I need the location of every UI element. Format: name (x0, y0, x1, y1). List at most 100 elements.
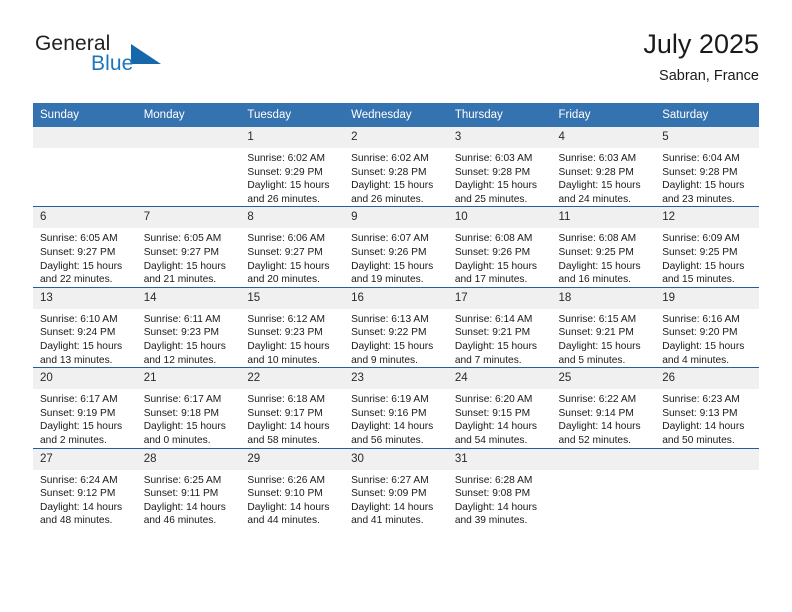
calendar-day-cell[interactable]: 1 Sunrise: 6:02 AM Sunset: 9:29 PM Daylight… (240, 127, 345, 207)
calendar-week-row: 27 Sunrise: 6:24 AM Sunset: 9:12 PM Dayligh… (33, 447, 759, 528)
sunset-time: Sunset: 9:08 PM (454, 488, 531, 500)
daylight-duration-line1: Daylight: 14 hours (40, 501, 123, 513)
calendar-day-cell[interactable]: 20 Sunrise: 6:17 AM Sunset: 9:19 PM Dayligh… (33, 367, 137, 448)
calendar-day-cell[interactable]: 14 Sunrise: 6:11 AM Sunset: 9:23 PM Dayligh… (136, 286, 241, 368)
calendar-day-cell[interactable]: 19 Sunrise: 6:16 AM Sunset: 9:20 PM Dayligh… (655, 286, 759, 368)
sunset-time: Sunset: 9:09 PM (351, 488, 427, 500)
calendar-day-cell-empty (655, 447, 759, 528)
calendar-day-cell[interactable]: 21 Sunrise: 6:17 AM Sunset: 9:18 PM Dayligh… (136, 367, 241, 448)
calendar-day-cell[interactable]: 24 Sunrise: 6:20 AM Sunset: 9:15 PM Dayligh… (447, 367, 552, 448)
calendar-day-cell[interactable]: 18 Sunrise: 6:15 AM Sunset: 9:21 PM Dayligh… (551, 286, 656, 368)
sunrise-time: Sunrise: 6:15 AM (558, 313, 637, 325)
sunrise-time: Sunrise: 6:05 AM (143, 233, 222, 245)
sunset-time: Sunset: 9:26 PM (454, 246, 531, 258)
calendar-day-cell-empty (33, 127, 137, 207)
sunset-time: Sunset: 9:21 PM (558, 327, 634, 339)
calendar-day-cell[interactable]: 7 Sunrise: 6:05 AM Sunset: 9:27 PM Daylight… (136, 206, 241, 288)
calendar-day-cell[interactable]: 6 Sunrise: 6:05 AM Sunset: 9:27 PM Daylight… (33, 206, 137, 288)
sunrise-time: Sunrise: 6:12 AM (247, 313, 325, 325)
sunrise-time: Sunrise: 6:09 AM (662, 233, 740, 245)
sunset-time: Sunset: 9:13 PM (662, 407, 738, 419)
day-number (655, 448, 759, 470)
day-number: 11 (551, 207, 656, 229)
page-header: General Blue July 2025 Sabran, France (33, 28, 759, 98)
brand-logo[interactable]: General Blue (33, 32, 233, 88)
daylight-duration-line1: Daylight: 14 hours (454, 501, 537, 513)
daylight-duration-line2: and 9 minutes. (351, 354, 418, 366)
day-number: 19 (655, 287, 759, 309)
calendar-day-cell[interactable]: 3 Sunrise: 6:03 AM Sunset: 9:28 PM Daylight… (447, 127, 552, 207)
daylight-duration-line1: Daylight: 14 hours (247, 501, 330, 513)
sunrise-time: Sunrise: 6:17 AM (40, 394, 118, 406)
day-details: Sunrise: 6:05 AM Sunset: 9:27 PM Daylight:… (33, 228, 137, 286)
calendar-day-cell[interactable]: 9 Sunrise: 6:07 AM Sunset: 9:26 PM Daylight… (344, 206, 448, 288)
day-number: 3 (447, 127, 552, 148)
day-number: 6 (33, 207, 137, 229)
daylight-duration-line2: and 21 minutes. (143, 274, 217, 286)
calendar-day-cell[interactable]: 22 Sunrise: 6:18 AM Sunset: 9:17 PM Dayligh… (240, 367, 345, 448)
day-details: Sunrise: 6:14 AM Sunset: 9:21 PM Daylight:… (448, 309, 552, 367)
day-details: Sunrise: 6:18 AM Sunset: 9:17 PM Daylight:… (240, 389, 344, 447)
daylight-duration-line2: and 10 minutes. (247, 354, 320, 366)
sunrise-time: Sunrise: 6:22 AM (558, 394, 637, 406)
calendar-day-cell[interactable]: 4 Sunrise: 6:03 AM Sunset: 9:28 PM Daylight… (551, 127, 656, 207)
daylight-duration-line2: and 56 minutes. (351, 434, 424, 446)
calendar-day-cell[interactable]: 23 Sunrise: 6:19 AM Sunset: 9:16 PM Dayligh… (344, 367, 448, 448)
sunset-time: Sunset: 9:22 PM (351, 327, 427, 339)
sunrise-time: Sunrise: 6:07 AM (351, 233, 429, 245)
calendar-day-cell[interactable]: 10 Sunrise: 6:08 AM Sunset: 9:26 PM Dayligh… (447, 206, 552, 288)
daylight-duration-line2: and 12 minutes. (143, 354, 217, 366)
daylight-duration-line1: Daylight: 15 hours (351, 260, 434, 272)
calendar-day-cell[interactable]: 30 Sunrise: 6:27 AM Sunset: 9:09 PM Dayligh… (344, 447, 448, 528)
weekday-header-monday: Monday (136, 103, 241, 127)
daylight-duration-line1: Daylight: 14 hours (558, 421, 641, 433)
page-title: July 2025 (643, 29, 759, 59)
daylight-duration-line2: and 41 minutes. (351, 515, 424, 527)
calendar-header-row: Sunday Monday Tuesday Wednesday Thursday… (33, 103, 759, 127)
calendar-day-cell[interactable]: 12 Sunrise: 6:09 AM Sunset: 9:25 PM Dayligh… (655, 206, 759, 288)
calendar-day-cell[interactable]: 5 Sunrise: 6:04 AM Sunset: 9:28 PM Daylight… (655, 127, 759, 207)
calendar-day-cell[interactable]: 25 Sunrise: 6:22 AM Sunset: 9:14 PM Dayligh… (551, 367, 656, 448)
daylight-duration-line1: Daylight: 14 hours (662, 421, 745, 433)
sunset-time: Sunset: 9:24 PM (40, 327, 116, 339)
daylight-duration-line1: Daylight: 15 hours (558, 180, 641, 192)
day-details: Sunrise: 6:19 AM Sunset: 9:16 PM Daylight:… (344, 389, 448, 447)
sunset-time: Sunset: 9:23 PM (143, 327, 220, 339)
day-number: 13 (33, 287, 137, 309)
calendar-day-cell[interactable]: 17 Sunrise: 6:14 AM Sunset: 9:21 PM Dayligh… (447, 286, 552, 368)
day-details: Sunrise: 6:28 AM Sunset: 9:08 PM Daylight:… (448, 470, 552, 528)
day-details: Sunrise: 6:05 AM Sunset: 9:27 PM Daylight:… (137, 228, 241, 286)
calendar-day-cell[interactable]: 26 Sunrise: 6:23 AM Sunset: 9:13 PM Dayligh… (655, 367, 759, 448)
sunset-time: Sunset: 9:18 PM (143, 407, 220, 419)
calendar-day-cell[interactable]: 28 Sunrise: 6:25 AM Sunset: 9:11 PM Dayligh… (136, 447, 241, 528)
day-details: Sunrise: 6:17 AM Sunset: 9:18 PM Daylight:… (137, 389, 241, 447)
calendar-day-cell[interactable]: 2 Sunrise: 6:02 AM Sunset: 9:28 PM Daylight… (344, 127, 448, 207)
calendar-day-cell[interactable]: 13 Sunrise: 6:10 AM Sunset: 9:24 PM Dayligh… (33, 286, 137, 368)
day-details: Sunrise: 6:20 AM Sunset: 9:15 PM Daylight:… (448, 389, 552, 447)
calendar-day-cell[interactable]: 8 Sunrise: 6:06 AM Sunset: 9:27 PM Daylight… (240, 206, 345, 288)
day-details: Sunrise: 6:04 AM Sunset: 9:28 PM Daylight:… (655, 148, 759, 206)
weekday-header-friday: Friday (551, 103, 656, 127)
daylight-duration-line2: and 52 minutes. (558, 434, 632, 446)
daylight-duration-line1: Daylight: 14 hours (143, 501, 226, 513)
day-number: 24 (447, 368, 552, 390)
daylight-duration-line1: Daylight: 15 hours (454, 340, 537, 352)
weekday-header-tuesday: Tuesday (240, 103, 345, 127)
calendar-day-cell[interactable]: 11 Sunrise: 6:08 AM Sunset: 9:25 PM Dayligh… (551, 206, 656, 288)
calendar-day-cell[interactable]: 16 Sunrise: 6:13 AM Sunset: 9:22 PM Dayligh… (344, 286, 448, 368)
day-number: 26 (655, 368, 759, 390)
daylight-duration-line2: and 46 minutes. (143, 515, 217, 527)
daylight-duration-line1: Daylight: 14 hours (351, 501, 434, 513)
daylight-duration-line1: Daylight: 15 hours (662, 340, 745, 352)
daylight-duration-line1: Daylight: 15 hours (558, 260, 641, 272)
calendar-day-cell-empty (136, 127, 241, 207)
calendar-day-cell[interactable]: 15 Sunrise: 6:12 AM Sunset: 9:23 PM Dayligh… (240, 286, 345, 368)
calendar-day-cell[interactable]: 27 Sunrise: 6:24 AM Sunset: 9:12 PM Dayligh… (33, 447, 137, 528)
daylight-duration-line2: and 39 minutes. (454, 515, 528, 527)
day-details: Sunrise: 6:27 AM Sunset: 9:09 PM Daylight:… (344, 470, 448, 528)
daylight-duration-line2: and 26 minutes. (351, 193, 424, 205)
calendar-day-cell[interactable]: 29 Sunrise: 6:26 AM Sunset: 9:10 PM Dayligh… (240, 447, 345, 528)
daylight-duration-line2: and 7 minutes. (454, 354, 522, 366)
day-details: Sunrise: 6:02 AM Sunset: 9:29 PM Daylight:… (240, 148, 344, 206)
calendar-day-cell[interactable]: 31 Sunrise: 6:28 AM Sunset: 9:08 PM Dayligh… (447, 447, 552, 528)
